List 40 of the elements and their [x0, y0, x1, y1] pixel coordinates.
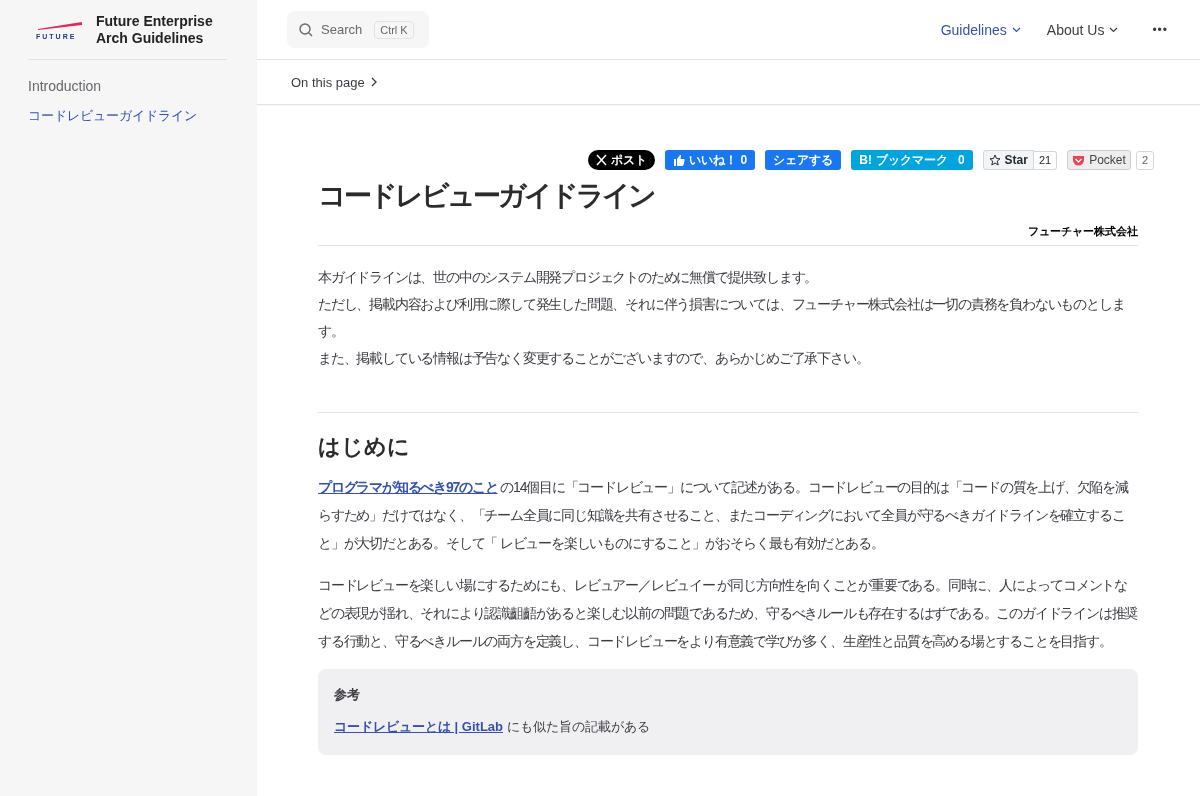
thumbs-up-icon — [672, 153, 685, 167]
bookmark-logo: B! — [859, 153, 872, 167]
star-count[interactable]: 21 — [1033, 150, 1058, 170]
star-share-button[interactable]: Star — [982, 150, 1034, 170]
on-this-page-button[interactable]: On this page — [291, 74, 377, 90]
callout-title: 参考 — [334, 686, 361, 704]
page-title: コードレビューガイドライン — [318, 179, 655, 213]
pocket-share-button[interactable]: Pocket — [1067, 150, 1131, 170]
more-button[interactable]: ••• — [1152, 22, 1168, 37]
disclaimer-text: また、掲載している情報は予告なく変更することがございますので、あらかじめご了承下さい。 — [318, 349, 870, 368]
author-name: フューチャー株式会社 — [1027, 224, 1138, 239]
chevron-right-icon — [370, 77, 377, 87]
paragraph: コードレビューとは | GitLab にも似た旨の記載がある — [334, 718, 651, 736]
section-heading: はじめに — [318, 433, 411, 461]
site-title[interactable]: Future Enterprise Arch Guidelines — [96, 12, 216, 47]
sidebar-item[interactable]: Introduction — [28, 76, 227, 96]
pocket-icon — [1072, 154, 1086, 166]
pocket-count: 2 — [1135, 150, 1154, 170]
disclaimer-text: ただし、掲載内容および利用に際して発生した問題、それに伴う損害については、フューチャー株式会社は一切の責務を負わないものとします。 — [318, 295, 1126, 341]
swoosh-icon — [36, 19, 82, 31]
chevron-down-icon — [1109, 26, 1119, 33]
search-icon — [299, 22, 313, 37]
like-count: 0 — [740, 153, 748, 167]
like-share-button[interactable]: いいね！ 0 — [664, 150, 756, 170]
link[interactable]: プログラマが知るべき97のこと — [318, 479, 498, 495]
disclaimer-text: 本ガイドラインは、世の中のシステム開発プロジェクトのために無償で提供致します。 — [318, 268, 819, 287]
shortcut-hint: Ctrl K — [374, 20, 414, 39]
paragraph: コードレビューを楽しい場にするためにも、レビュアー／レビュイー が同じ方向性を向くことが重要である。同時に、人によってコメントなどの表現が揺れ、それにより認識齟齬があると楽しむ以前の問題であるため、守るべきルールも存在するはずである。このガイドラインは推奨する行動と、守るべきルールの両方を定義し、コードレビューをより有意義で学びが多く、生産性と品質を高める場とすることを目指す。 — [318, 576, 1138, 651]
search-field[interactable]: Search Ctrl K — [287, 11, 429, 48]
chevron-down-icon — [1011, 26, 1021, 33]
bookmark-count: 0 — [957, 153, 965, 167]
paragraph: プログラマが知るべき97のこと の14個目に「コードレビュー」について記述がある。コードレビューの目的は「コードの質を上げ、欠陥を減らすため」だけではなく、「チーム全員に同じ知識を共有させること、またコーディングにおいて全員が守るべきガイドラインを確立すること」が大切だとある。そして「 レビューを楽しいものにすること」がおそらく最も有効だとある。 — [318, 478, 1130, 553]
nav-menu[interactable]: Guidelines — [940, 21, 1021, 38]
star-icon — [988, 154, 1001, 166]
x-logo-icon — [595, 154, 607, 166]
sidebar-item[interactable]: コードレビューガイドライン — [28, 106, 227, 126]
link[interactable]: コードレビューとは | GitLab — [334, 719, 504, 734]
x-share-button[interactable]: ポスト — [587, 150, 655, 170]
share-share-button[interactable]: シェアする — [765, 150, 842, 170]
nav-menu[interactable]: About Us — [1046, 21, 1119, 38]
